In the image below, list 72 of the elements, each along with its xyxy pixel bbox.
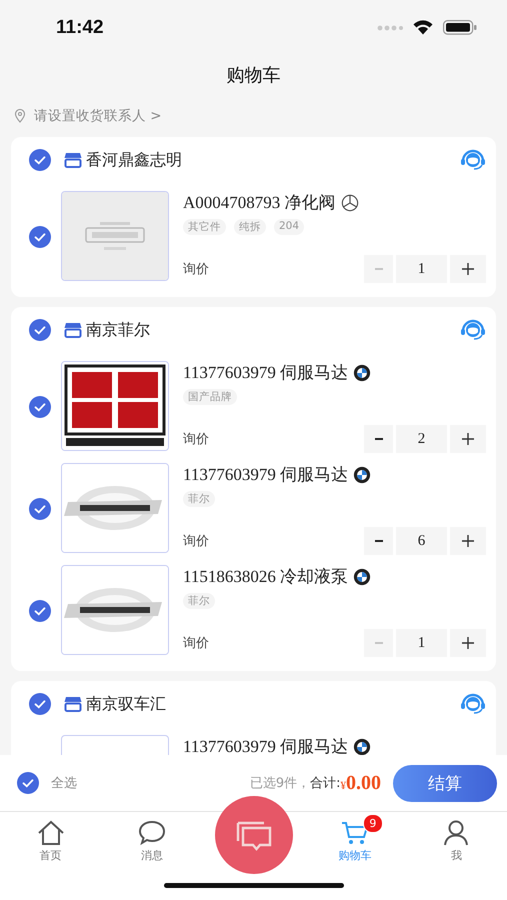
minus-icon [374, 437, 384, 441]
product-tag: 204 [274, 219, 304, 235]
checkbox[interactable] [29, 149, 51, 171]
cart-count-badge: 9 [362, 814, 383, 833]
plus-icon [461, 432, 475, 446]
quantity-value[interactable]: 6 [396, 527, 447, 555]
increase-button[interactable] [450, 425, 486, 453]
product-title[interactable]: 11377603979 伺服马达 [183, 735, 348, 755]
checkbox[interactable] [29, 319, 51, 341]
total-label: 合计: [310, 775, 340, 792]
shop-name[interactable]: 香河鼎鑫志明 [86, 150, 460, 170]
status-time: 11:42 [56, 16, 104, 38]
roundel-icon [353, 568, 372, 586]
product-tag: 菲尔 [183, 593, 215, 609]
increase-button[interactable] [450, 629, 486, 657]
tab-item[interactable]: 消息 [101, 812, 203, 870]
increase-button[interactable] [450, 527, 486, 555]
wifi-icon [413, 20, 433, 35]
star-emblem-icon [340, 194, 359, 212]
checkbox[interactable] [29, 600, 51, 622]
price-label: 询价 [183, 635, 209, 652]
tab-item[interactable]: 我 [406, 812, 507, 870]
customer-service-icon[interactable] [460, 149, 486, 171]
selected-count: 已选9件， [250, 775, 310, 792]
price-label: 询价 [183, 261, 209, 278]
person-icon [442, 820, 470, 846]
chat-bubble-icon [138, 820, 166, 846]
store-icon [64, 152, 82, 168]
tab-item[interactable]: 首页 [0, 812, 102, 870]
select-all-label[interactable]: 全选 [51, 774, 250, 792]
customer-service-icon[interactable] [460, 319, 486, 341]
quantity-value[interactable]: 2 [396, 425, 447, 453]
product-tag: 其它件 [183, 219, 226, 235]
minus-icon [374, 539, 384, 543]
quantity-value[interactable]: 1 [396, 629, 447, 657]
price-label: 询价 [183, 431, 209, 448]
checkout-button[interactable]: 结算 [393, 764, 497, 802]
cart-icon [340, 820, 369, 846]
checkbox[interactable] [29, 498, 51, 520]
product-title[interactable]: 11377603979 伺服马达 [183, 463, 348, 486]
product-title[interactable]: 11518638026 冷却液泵 [183, 565, 348, 588]
plus-icon [461, 636, 475, 650]
store-icon [64, 696, 82, 712]
increase-button[interactable] [450, 255, 486, 283]
checkbox[interactable] [29, 226, 51, 248]
checkbox[interactable] [17, 772, 39, 794]
customer-service-icon[interactable] [460, 693, 486, 715]
page-title: 购物车 [226, 64, 280, 87]
price-label: 询价 [183, 533, 209, 550]
quantity-value[interactable]: 1 [396, 255, 447, 283]
battery-icon [443, 20, 477, 35]
roundel-icon [353, 364, 372, 382]
location-pin-icon [14, 109, 26, 123]
roundel-icon [353, 466, 372, 484]
plus-icon [461, 262, 475, 276]
minus-icon [374, 641, 384, 645]
plus-icon [461, 534, 475, 548]
tab-item[interactable]: 9 购物车 [304, 812, 406, 870]
store-icon [64, 322, 82, 338]
product-tag: 纯拆 [234, 219, 266, 235]
minus-icon [374, 267, 384, 271]
product-tag: 国产品牌 [183, 389, 237, 405]
home-icon [36, 820, 65, 846]
product-title[interactable]: A0004708793 净化阀 [183, 191, 336, 214]
signal-dots-icon [377, 24, 403, 30]
checkbox[interactable] [29, 693, 51, 715]
product-title[interactable]: 11377603979 伺服马达 [183, 361, 348, 384]
shop-name[interactable]: 南京驭车汇 [86, 694, 460, 714]
shop-name[interactable]: 南京菲尔 [86, 320, 460, 340]
product-tag: 菲尔 [183, 491, 215, 507]
checkbox[interactable] [29, 396, 51, 418]
total-amount: ¥0.00 [340, 772, 381, 794]
